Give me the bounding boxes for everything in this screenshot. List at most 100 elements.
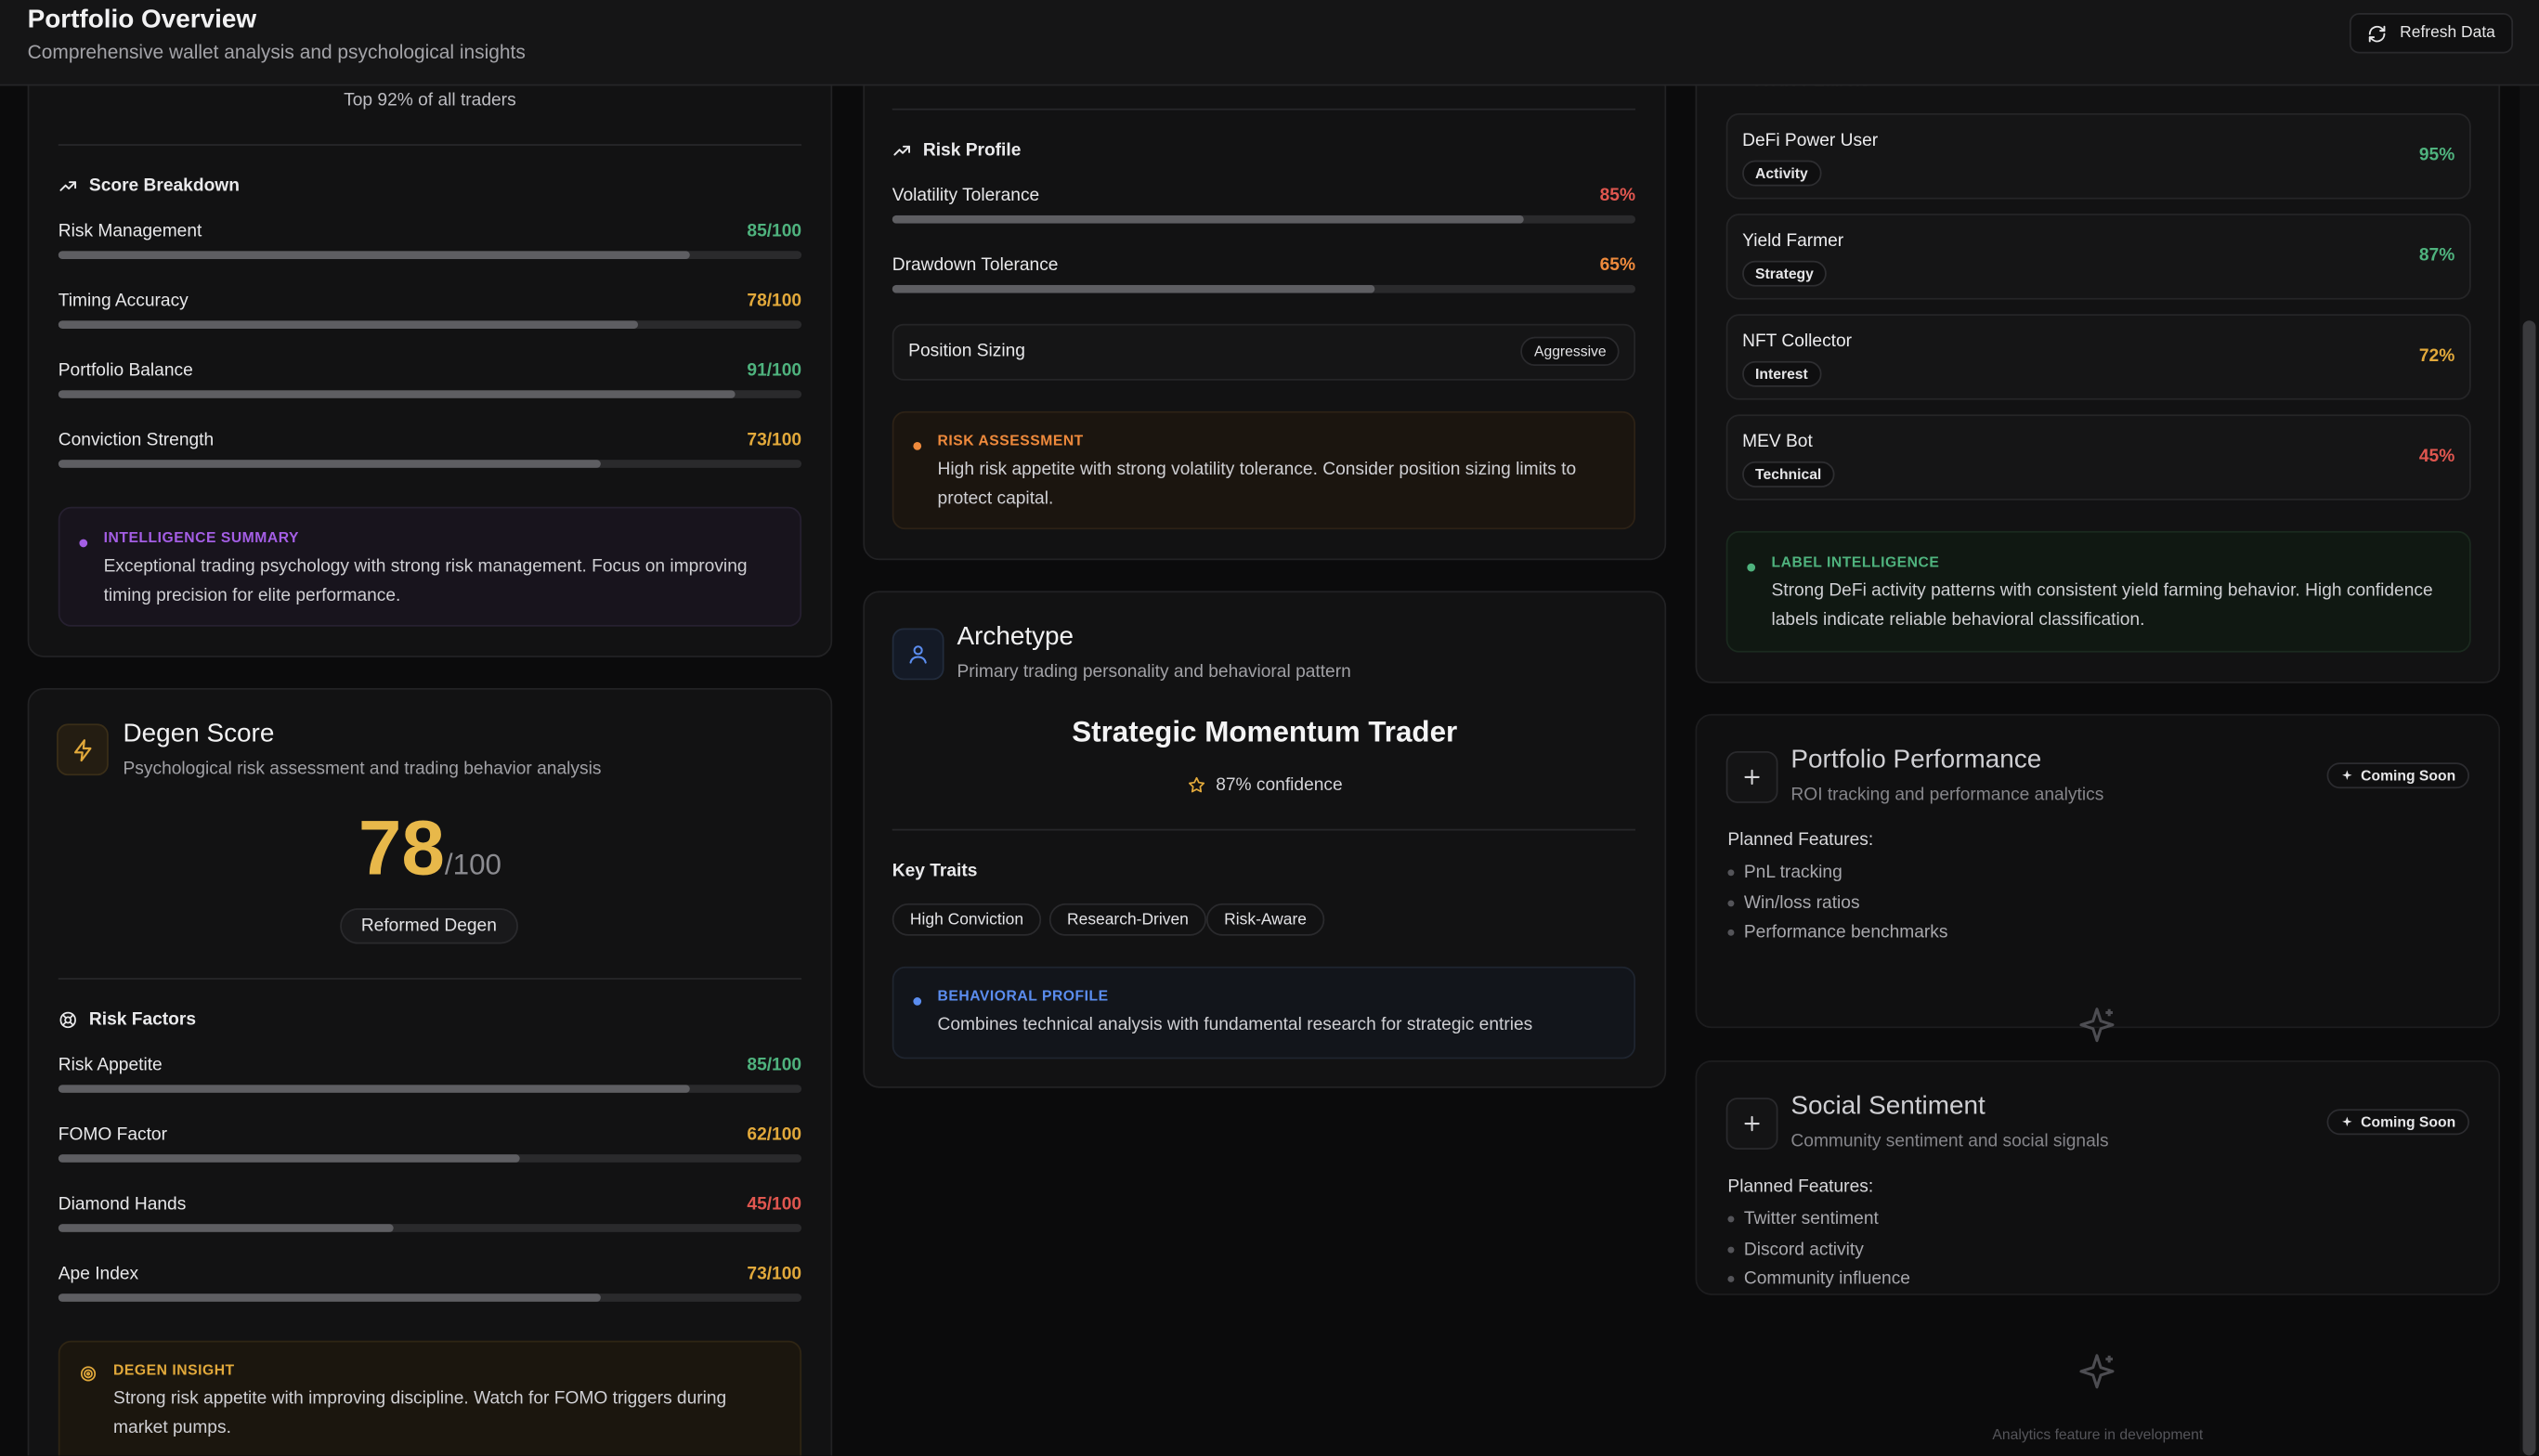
label-item[interactable]: DeFi Power User Activity 95%: [1725, 113, 2471, 200]
feature-item: Community influence: [1727, 1269, 1910, 1289]
metric-value: 73/100: [747, 1264, 802, 1284]
metric-label: Risk Appetite: [58, 1055, 163, 1075]
progress-fill: [58, 1154, 519, 1163]
feature-item: Twitter sentiment: [1727, 1209, 1879, 1228]
insight-title: DEGEN INSIGHT: [113, 1361, 235, 1378]
progress-fill: [892, 214, 1524, 224]
label-item[interactable]: MEV Bot Technical 45%: [1725, 414, 2471, 500]
position-sizing-value: Aggressive: [1521, 336, 1620, 367]
sentiment-coming-soon-badge: Coming Soon: [2326, 1109, 2469, 1136]
sentiment-icon-box[interactable]: [1725, 1098, 1778, 1150]
refresh-data-button[interactable]: Refresh Data: [2350, 12, 2514, 54]
label-category-tag: Activity: [1742, 160, 1821, 187]
progress-track: [58, 460, 802, 468]
dev-note: Analytics feature in development: [1992, 1426, 2204, 1443]
progress-fill: [58, 390, 736, 398]
degen-icon-box: [57, 723, 109, 776]
label-confidence: 45%: [2418, 447, 2455, 467]
progress-track: [58, 1224, 802, 1232]
behavioral-profile: BEHAVIORAL PROFILE Combines technical an…: [892, 966, 1636, 1060]
label-confidence: 87%: [2418, 246, 2455, 266]
performance-coming-soon-badge: Coming Soon: [2326, 762, 2469, 789]
feature-item: Discord activity: [1727, 1240, 1864, 1259]
divider: [58, 978, 802, 980]
sentiment-title: Social Sentiment: [1790, 1092, 1986, 1121]
refresh-icon: [2368, 24, 2386, 42]
assessment-title: RISK ASSESSMENT: [937, 432, 1084, 448]
profile-title: BEHAVIORAL PROFILE: [937, 987, 1109, 1005]
sparkles-icon: [2342, 1115, 2352, 1126]
target-icon: [80, 1366, 97, 1382]
progress-fill: [58, 1294, 601, 1302]
page-title: Portfolio Overview: [27, 6, 257, 34]
intel-text: Strong DeFi activity patterns with consi…: [1771, 580, 2433, 630]
sentiment-subtitle: Community sentiment and social signals: [1790, 1131, 2109, 1151]
assessment-dot: [913, 442, 922, 450]
label-category-tag: Technical: [1742, 461, 1835, 488]
progress-track: [892, 284, 1636, 293]
summary-text: Exceptional trading psychology with stro…: [103, 556, 748, 606]
label-name: DeFi Power User: [1742, 131, 1879, 151]
plus-icon: [1744, 1115, 1760, 1132]
archetype-name: Strategic Momentum Trader: [1072, 715, 1458, 748]
label-category-tag: Strategy: [1742, 260, 1827, 287]
refresh-label: Refresh Data: [2400, 24, 2495, 43]
feature-item: Performance benchmarks: [1727, 923, 1948, 942]
label-name: MEV Bot: [1742, 432, 1813, 452]
trending-up-icon: [893, 145, 910, 156]
label-name: Yield Farmer: [1742, 231, 1844, 252]
metric-value: 73/100: [747, 430, 802, 450]
performance-icon-box[interactable]: [1725, 751, 1778, 803]
degen-badge: Reformed Degen: [340, 908, 518, 944]
metric-label: Diamond Hands: [58, 1194, 187, 1215]
divider: [892, 828, 1636, 831]
vertical-scrollbar[interactable]: [2519, 85, 2539, 1456]
star-icon: [1188, 776, 1204, 793]
archetype-icon-box: [892, 628, 944, 681]
zap-icon: [73, 738, 91, 761]
label-item[interactable]: NFT Collector Interest 72%: [1725, 314, 2471, 400]
degen-score-max: /100: [444, 848, 502, 881]
archetype-title: Archetype: [957, 623, 1074, 651]
progress-fill: [58, 1224, 393, 1232]
profile-dot: [913, 997, 922, 1006]
label-category-tag: Interest: [1742, 360, 1821, 387]
metric-label: Risk Management: [58, 221, 202, 241]
label-name: NFT Collector: [1742, 332, 1853, 352]
progress-fill: [58, 460, 601, 468]
assessment-text: High risk appetite with strong volatilit…: [937, 460, 1577, 509]
performance-title: Portfolio Performance: [1790, 746, 2042, 774]
progress-track: [58, 1154, 802, 1163]
progress-track: [58, 1085, 802, 1093]
degen-score-display: 78/100: [28, 805, 833, 894]
metric-value: 91/100: [747, 360, 802, 381]
intel-dot: [1747, 563, 1756, 572]
label-item[interactable]: Yield Farmer Strategy 87%: [1725, 214, 2471, 300]
metric-value: 65%: [1599, 255, 1636, 276]
feature-item: Win/loss ratios: [1727, 893, 1860, 913]
key-traits-title: Key Traits: [892, 861, 978, 881]
app-root: Portfolio Overview Comprehensive wallet …: [0, 0, 2539, 1456]
trait-chip: Risk-Aware: [1205, 903, 1325, 936]
degen-score-value: 78: [358, 806, 445, 892]
profile-text: Combines technical analysis with fundame…: [937, 1015, 1533, 1035]
summary-dot: [79, 539, 88, 548]
performance-subtitle: ROI tracking and performance analytics: [1790, 785, 2104, 805]
progress-fill: [892, 284, 1375, 293]
progress-track: [58, 320, 802, 329]
progress-track: [892, 214, 1636, 224]
label-intelligence: LABEL INTELLIGENCE Strong DeFi activity …: [1725, 530, 2471, 653]
metric-label: FOMO Factor: [58, 1124, 167, 1145]
metric-label: Volatility Tolerance: [892, 186, 1040, 206]
divider: [892, 108, 1636, 110]
sparkles-icon: [2342, 769, 2352, 780]
progress-fill: [58, 1085, 691, 1093]
intelligence-summary: INTELLIGENCE SUMMARY Exceptional trading…: [58, 506, 802, 627]
progress-track: [58, 251, 802, 259]
sentiment-planned-title: Planned Features:: [1727, 1176, 1874, 1197]
degen-title: Degen Score: [123, 720, 275, 748]
scrollbar-thumb[interactable]: [2522, 320, 2536, 1456]
archetype-subtitle: Primary trading personality and behavior…: [957, 662, 1351, 682]
position-sizing-label: Position Sizing: [908, 341, 1025, 361]
sparkles-icon: [2079, 1008, 2115, 1043]
